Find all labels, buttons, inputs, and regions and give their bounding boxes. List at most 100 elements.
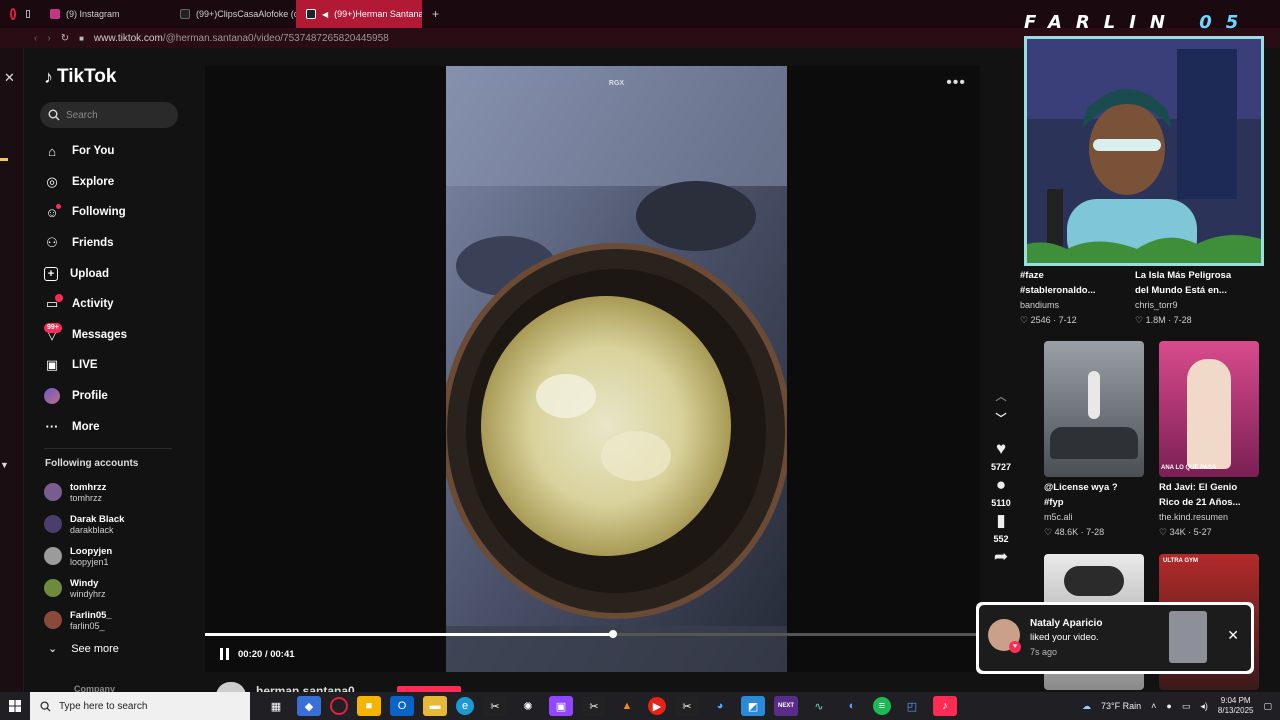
opera-sidebar: ✕ ▼ <box>0 48 24 692</box>
bookmark-icon[interactable]: ▮ <box>996 512 1005 530</box>
following-account[interactable]: Farlin05_ farlin05_ <box>44 604 124 636</box>
weather-text[interactable]: 73°F Rain <box>1101 701 1141 711</box>
pause-icon[interactable] <box>220 648 230 660</box>
sidebar-item-live[interactable]: ▣ LIVE <box>44 350 127 381</box>
sidebar-item-upload[interactable]: + Upload <box>44 258 127 289</box>
tiktok-logo[interactable]: ♪ TikTok <box>44 66 116 88</box>
recommended-card[interactable]: @License wya ? #fyp m5c.ali ♡ 48.6K · 7-… <box>1044 480 1148 540</box>
sidebar-item-friends[interactable]: ⚇ Friends <box>44 228 127 259</box>
twitch-icon[interactable]: ▣ <box>549 696 573 716</box>
home-icon: ⌂ <box>48 143 56 159</box>
avatar <box>44 483 62 501</box>
capcut-icon[interactable]: ✂ <box>483 696 507 716</box>
activity-badge <box>55 293 63 302</box>
thumbnail-caption: ULTRA GYM <box>1163 558 1198 564</box>
recommended-card[interactable]: La Isla Más Peligrosa del Mundo Está en.… <box>1135 268 1239 328</box>
sidebar-indicator <box>0 158 8 161</box>
webcam-image <box>1027 39 1261 263</box>
discord-icon[interactable]: ◐ <box>840 696 864 716</box>
close-sidebar-icon[interactable]: ✕ <box>4 70 15 86</box>
back-icon[interactable]: ‹ <box>34 33 37 44</box>
recommended-thumbnail[interactable]: ANA LO QUE PASA <box>1159 341 1259 477</box>
more-options-icon[interactable]: ••• <box>946 74 966 92</box>
capcut-icon[interactable]: ✂ <box>582 696 606 716</box>
video-progress-bar[interactable] <box>205 630 980 638</box>
scroll-up-icon[interactable]: ︿ <box>996 388 1007 406</box>
youtube-icon[interactable]: ▶ <box>648 697 666 715</box>
audio-app-icon[interactable]: ∿ <box>807 696 831 716</box>
player-icon[interactable]: ▼ <box>0 460 9 470</box>
app-icon[interactable]: ◕ <box>708 696 732 716</box>
sidebar-item-explore[interactable]: ◎ Explore <box>44 167 127 198</box>
capcut-icon[interactable]: ✂ <box>675 696 699 716</box>
network-icon[interactable]: ▭ <box>1182 701 1191 712</box>
tray-chevron-icon[interactable]: ˄ <box>1151 701 1156 711</box>
outlook-icon[interactable]: O <box>390 696 414 716</box>
folder-icon[interactable]: ▬ <box>423 696 447 716</box>
copilot-icon[interactable]: ◆ <box>297 696 321 716</box>
following-account[interactable]: Windy windyhrz <box>44 572 124 604</box>
video-stage[interactable]: RGX ••• <box>205 66 980 672</box>
screen: (9) Instagram (99+)ClipsCasaAlofoke (c ◀… <box>0 0 1280 720</box>
recommended-card[interactable]: Rd Javi: El Genio Rico de 21 Años... the… <box>1159 480 1263 540</box>
share-icon[interactable]: ➦ <box>994 548 1008 566</box>
volume-icon[interactable]: ◂) <box>1200 701 1208 712</box>
sidebar-item-profile[interactable]: Profile <box>44 381 127 412</box>
spotify-icon[interactable]: ≡ <box>873 697 891 715</box>
taskbar-search-input[interactable]: Type here to search <box>30 692 250 720</box>
see-more-button[interactable]: ⌄ See more <box>48 642 119 656</box>
tiktok-taskbar-icon[interactable]: ♪ <box>933 696 957 716</box>
sidebar-item-for-you[interactable]: ⌂ For You <box>44 136 127 167</box>
opera-menu-button[interactable] <box>0 0 40 28</box>
new-tab-button[interactable]: + <box>422 0 449 28</box>
speaker-icon: ◀ <box>322 9 329 19</box>
sidebar-item-activity[interactable]: ▭ Activity <box>44 289 127 320</box>
following-account[interactable]: Darak Black darakblack <box>44 508 124 540</box>
following-dot <box>56 204 61 210</box>
start-button[interactable] <box>0 692 30 720</box>
playback-controls: 00:20 / 00:41 <box>220 648 295 660</box>
recommended-card[interactable]: #faze #stableronaldo... bandiums ♡ 2546 … <box>1020 268 1124 328</box>
photos-icon[interactable]: ◩ <box>741 696 765 716</box>
windows-icon <box>9 700 21 712</box>
edge-icon[interactable]: e <box>456 697 474 715</box>
reload-icon[interactable]: ↻ <box>61 33 69 44</box>
store-icon[interactable]: ■ <box>357 696 381 716</box>
search-icon <box>40 700 51 712</box>
like-icon[interactable]: ♥ <box>996 440 1006 458</box>
notifications-icon[interactable]: ▢ <box>1263 701 1272 712</box>
notification-body: ♥ Nataly Aparicio liked your video. 7s a… <box>979 605 1251 671</box>
forward-icon[interactable]: › <box>47 33 50 44</box>
following-account[interactable]: Loopyjen loopyjen1 <box>44 540 124 572</box>
comment-icon[interactable]: ● <box>996 476 1006 494</box>
chatgpt-icon[interactable]: ✺ <box>516 696 540 716</box>
streamer-brand-text: FARLIN 05 <box>1024 12 1253 33</box>
clock[interactable]: 9:04 PM 8/13/2025 <box>1218 696 1254 716</box>
recommended-thumbnail[interactable] <box>1044 341 1144 477</box>
search-input[interactable]: Search <box>40 102 178 128</box>
tab-clipscasa[interactable]: (99+)ClipsCasaAlofoke (c <box>170 0 296 28</box>
video-player[interactable]: RGX <box>446 66 787 672</box>
notification-toast[interactable]: ♥ Nataly Aparicio liked your video. 7s a… <box>976 602 1254 674</box>
streamlabs-icon[interactable]: ◰ <box>900 696 924 716</box>
tab-instagram[interactable]: (9) Instagram <box>40 0 170 28</box>
scroll-down-icon[interactable]: ﹀ <box>996 410 1007 428</box>
following-account[interactable]: tomhrzz tomhrzz <box>44 476 124 508</box>
vlc-icon[interactable]: ▲ <box>615 696 639 716</box>
tab-herman-santana[interactable]: ◀ (99+)Herman Santana <box>296 0 422 28</box>
next-app-icon[interactable]: NEXT <box>774 696 798 716</box>
url-field[interactable]: www.tiktok.com/@herman.santana0/video/75… <box>94 33 389 44</box>
following-accounts-title: Following accounts <box>45 458 139 469</box>
following-accounts-list: tomhrzz tomhrzz Darak Black darakblack Loo… <box>44 476 124 636</box>
windows-taskbar: Type here to search ▦ ◆ ■ O ▬ e ✂ ✺ ▣ ✂ … <box>0 692 1280 720</box>
opera-icon[interactable] <box>330 697 348 715</box>
tiktok-tab-icon <box>180 9 190 19</box>
close-icon[interactable]: ✕ <box>1227 627 1239 644</box>
sidebar-divider <box>44 448 172 449</box>
tiktok-sidebar: ♪ TikTok Search ⌂ For You ◎ Explore ☺ Fo… <box>24 48 204 694</box>
task-view-icon[interactable]: ▦ <box>264 696 288 716</box>
sidebar-item-messages[interactable]: ▽ Messages 99+ <box>44 320 127 351</box>
sidebar-item-following[interactable]: ☺ Following <box>44 197 127 228</box>
sidebar-item-more[interactable]: ··· More <box>44 411 127 442</box>
microphone-icon[interactable]: ● <box>1166 701 1171 711</box>
